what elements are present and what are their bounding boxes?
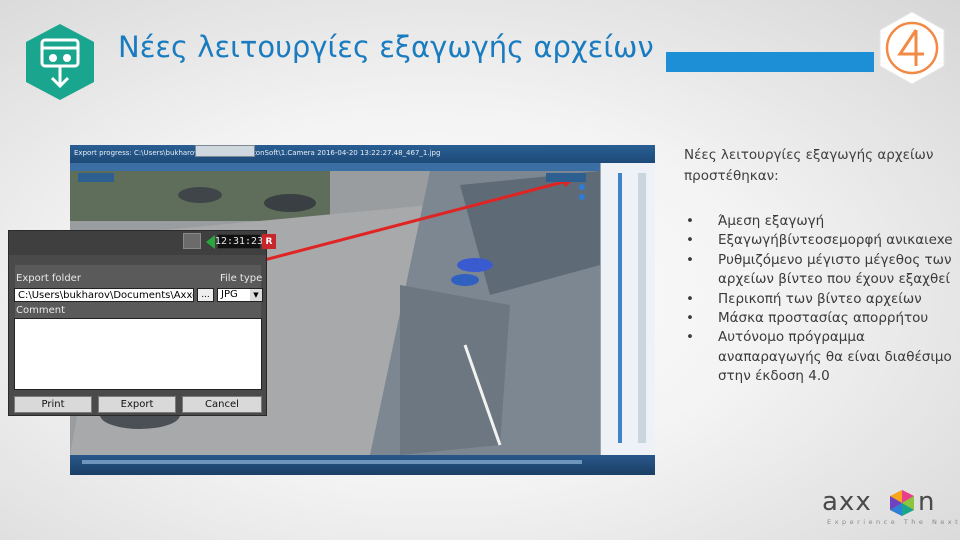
cancel-button[interactable]: Cancel bbox=[182, 396, 262, 413]
playback-track[interactable] bbox=[82, 460, 582, 464]
camera-time-label bbox=[546, 173, 586, 182]
timeline-bar[interactable] bbox=[618, 173, 622, 443]
window-controls[interactable] bbox=[195, 145, 255, 157]
version-4-logo-icon bbox=[879, 11, 945, 85]
svg-text:n: n bbox=[918, 487, 934, 517]
export-folder-label: Export folder bbox=[16, 273, 81, 284]
events-panel bbox=[600, 163, 655, 463]
tagline: Experience The Next® bbox=[827, 518, 960, 526]
time-display: 12:31:23 bbox=[214, 234, 264, 249]
intro-text: Νέες λειτουργίες εξαγωγής αρχείων προστέ… bbox=[684, 145, 933, 187]
svg-text:axx: axx bbox=[822, 487, 872, 517]
list-item: Άμεση εξαγωγή bbox=[686, 212, 960, 232]
file-type-label: File type bbox=[220, 273, 263, 284]
list-item: Μάσκα προστασίας απορρήτου bbox=[686, 309, 960, 329]
client-toolbar bbox=[70, 163, 600, 171]
export-progress-path: Export progress: C:\Users\bukharov\Docum… bbox=[74, 149, 441, 157]
intro-line-1: Νέες λειτουργίες εξαγωγής αρχείων bbox=[684, 147, 934, 163]
feature-list: Άμεση εξαγωγή Εξαγωγήβίντεοσεμορφή ανικα… bbox=[686, 212, 960, 387]
export-folder-input[interactable]: C:\Users\bukharov\Documents\AxxonS bbox=[14, 288, 194, 302]
slide-title: Νέες λειτουργίες εξαγωγής αρχείων bbox=[118, 30, 654, 64]
play-flag-icon[interactable] bbox=[206, 235, 215, 249]
export-files-icon bbox=[26, 24, 94, 100]
list-item: Εξαγωγήβίντεοσεμορφή ανικαιexe bbox=[686, 231, 960, 251]
file-type-value: JPG bbox=[221, 289, 238, 300]
print-button[interactable]: Print bbox=[14, 396, 92, 413]
record-button[interactable]: R bbox=[262, 234, 276, 249]
file-type-select[interactable]: JPG ▼ bbox=[217, 288, 263, 302]
comment-label: Comment bbox=[16, 305, 65, 316]
title-accent-bar bbox=[666, 52, 874, 72]
chevron-down-icon[interactable]: ▼ bbox=[250, 289, 262, 301]
comment-textarea[interactable] bbox=[14, 318, 262, 390]
camera-label bbox=[78, 173, 114, 182]
list-item: Ρυθμιζόμενο μέγιστο μέγεθος των αρχείων … bbox=[686, 251, 960, 290]
list-item: Περικοπή των βίντεο αρχείων bbox=[686, 290, 960, 310]
list-item: Αυτόνομο πρόγραμμα αναπαραγωγής θα είναι… bbox=[686, 328, 960, 386]
browse-button[interactable]: ... bbox=[197, 288, 214, 302]
export-button[interactable]: Export bbox=[98, 396, 176, 413]
playback-bar bbox=[70, 455, 655, 475]
client-title-bar: Export progress: C:\Users\bukharov\Docum… bbox=[70, 145, 655, 163]
snapshot-button[interactable] bbox=[183, 233, 201, 249]
intro-line-2: προστέθηκαν: bbox=[684, 168, 779, 184]
timeline-scale[interactable] bbox=[638, 173, 646, 443]
